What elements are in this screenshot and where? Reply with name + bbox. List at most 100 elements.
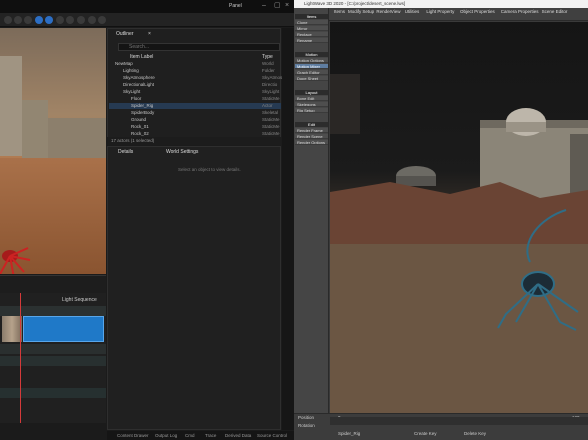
maximize-viewport-icon[interactable] (98, 16, 106, 24)
minimize-icon[interactable]: – (262, 2, 266, 10)
sidebar-button[interactable]: Motion Options (295, 58, 328, 63)
outliner-row[interactable]: DirectionalLight Directio (109, 82, 281, 88)
menu-item[interactable]: Camera Properties (501, 9, 539, 14)
outliner-row[interactable]: SkyAtmosphere SkyAtmosp (109, 75, 285, 81)
outliner-item-name: Rock_01 (131, 124, 149, 129)
menu-item[interactable]: Object Properties (460, 9, 495, 14)
sidebar-button[interactable]: Render Options (295, 140, 328, 145)
outliner-row[interactable]: SkyLight SkyLight (109, 89, 281, 95)
outliner-item-type: StaticMe (262, 124, 280, 129)
outliner-item-type: SkyLight (262, 89, 280, 94)
menu-item[interactable]: Utilities (405, 9, 420, 14)
outliner-row[interactable]: Lighting Folder (109, 68, 281, 74)
menu-item[interactable]: Items (334, 9, 345, 14)
sidebar-group-header: Items (295, 14, 328, 19)
title-bar: Panel – ▢ × (0, 0, 294, 13)
column-header-item-label[interactable]: Item Label (130, 54, 153, 60)
timeline-ruler[interactable] (330, 417, 588, 425)
globe-icon[interactable] (35, 16, 43, 24)
outliner-item-type: StaticMe (262, 96, 280, 101)
derived-data-button[interactable]: Derived Data (225, 431, 251, 440)
angle-icon[interactable] (66, 16, 74, 24)
menu-item[interactable]: Modify (348, 9, 361, 14)
sidebar-button[interactable]: Mirror (295, 26, 328, 31)
sidebar-button[interactable]: Rename (295, 38, 328, 43)
sidebar-button[interactable]: Motion Mixer (295, 64, 328, 69)
sidebar-button[interactable]: Bone Edit (295, 96, 328, 101)
outliner-item-type: Skeletal (262, 110, 279, 115)
level-viewport[interactable] (0, 28, 106, 274)
window-title: LightWave 3D 2020 - [C:/project/desert_s… (294, 0, 588, 8)
snap-icon[interactable] (45, 16, 53, 24)
delete-key-button[interactable]: Delete Key (464, 431, 486, 436)
current-item[interactable]: Spider_Rig (338, 431, 360, 436)
section-clip[interactable] (23, 316, 104, 342)
menu-item[interactable]: View (391, 9, 401, 14)
clip-thumbnail[interactable] (2, 316, 22, 342)
track-row[interactable] (0, 344, 106, 354)
camera-speed-icon[interactable] (88, 16, 96, 24)
outliner-row[interactable]: Spider_Rig Actor (109, 103, 281, 109)
sidebar-button[interactable]: Render Scene (295, 134, 328, 139)
close-icon[interactable]: × (285, 2, 289, 10)
outliner-row[interactable]: Floor StaticMe (109, 96, 281, 102)
maximize-icon[interactable]: ▢ (274, 2, 281, 10)
menu-bar: Items Modify Setup Render View Utilities Light… (294, 8, 588, 21)
source-control-button[interactable]: Source Control (257, 431, 287, 440)
outliner-item-name: Ground (131, 117, 147, 122)
grid-icon[interactable] (56, 16, 64, 24)
menu-item[interactable]: Setup (362, 9, 374, 14)
outliner-item-name: Floor (131, 96, 142, 101)
outliner-row[interactable]: Ground StaticMe (109, 117, 281, 123)
scene-viewport[interactable] (330, 22, 588, 414)
menu-item[interactable]: Render (376, 9, 391, 14)
tower-ruin (0, 56, 22, 156)
move-icon[interactable] (14, 16, 22, 24)
rotation-label[interactable]: Rotation (298, 423, 315, 428)
scale-icon[interactable] (77, 16, 85, 24)
outliner-footer: 17 actors (1 selected) (107, 137, 281, 145)
cmd-button[interactable]: Cmd (185, 431, 195, 440)
select-icon[interactable] (4, 16, 12, 24)
sidebar-button[interactable]: Dope Sheet (295, 76, 328, 81)
position-label[interactable]: Position (298, 415, 314, 420)
track-row[interactable] (0, 356, 106, 366)
rotate-icon[interactable] (24, 16, 32, 24)
output-log-button[interactable]: Output Log (155, 431, 177, 440)
viewport-toolbar (0, 13, 294, 27)
sidebar-button[interactable]: Graph Editor (295, 70, 328, 75)
search-box[interactable] (118, 43, 280, 51)
search-input[interactable] (119, 44, 279, 50)
create-key-button[interactable]: Create Key (414, 431, 437, 436)
playhead[interactable] (20, 293, 21, 423)
column-header-type[interactable]: Type (262, 54, 273, 60)
trace-button[interactable]: Trace (205, 431, 216, 440)
content-drawer-button[interactable]: Content Drawer (117, 431, 149, 440)
outliner-item-name: SpiderBody (131, 110, 155, 115)
sidebar-button[interactable]: Replace (295, 32, 328, 37)
tab-world-settings[interactable]: World Settings (166, 149, 198, 155)
details-panel: Details World Settings Select an object … (107, 146, 281, 430)
menu-item[interactable]: Light Property (426, 9, 454, 14)
outliner-row[interactable]: Rock_01 StaticMe (109, 124, 281, 130)
window-title: Panel (229, 3, 242, 9)
wall-ruin (22, 100, 48, 160)
track-row[interactable] (0, 306, 106, 316)
outliner-row[interactable]: SpiderBody Skeletal (109, 110, 281, 116)
outliner-item-name: SkyAtmosphere (123, 75, 155, 80)
outliner-item-type: World (262, 61, 274, 66)
tab-close-icon[interactable]: × (148, 31, 151, 37)
outliner-row[interactable]: NewMap World (109, 61, 281, 67)
outliner-item-name: NewMap (115, 61, 133, 66)
menu-item[interactable]: Scene Editor (542, 9, 568, 14)
sidebar-button[interactable]: Skelegons (295, 102, 328, 107)
tab-details[interactable]: Details (118, 149, 133, 155)
scene-render (330, 74, 588, 414)
track-row[interactable] (0, 388, 106, 398)
sidebar-group-header: Motion (295, 52, 328, 57)
outliner-panel: Outliner × Item Label Type NewMap World Li… (107, 28, 285, 144)
sidebar-button[interactable]: Clone (295, 20, 328, 25)
sidebar-button[interactable]: Render Frame (295, 128, 328, 133)
tab-outliner[interactable]: Outliner (116, 31, 134, 37)
sidebar-button[interactable]: Rig Setup (295, 108, 328, 113)
